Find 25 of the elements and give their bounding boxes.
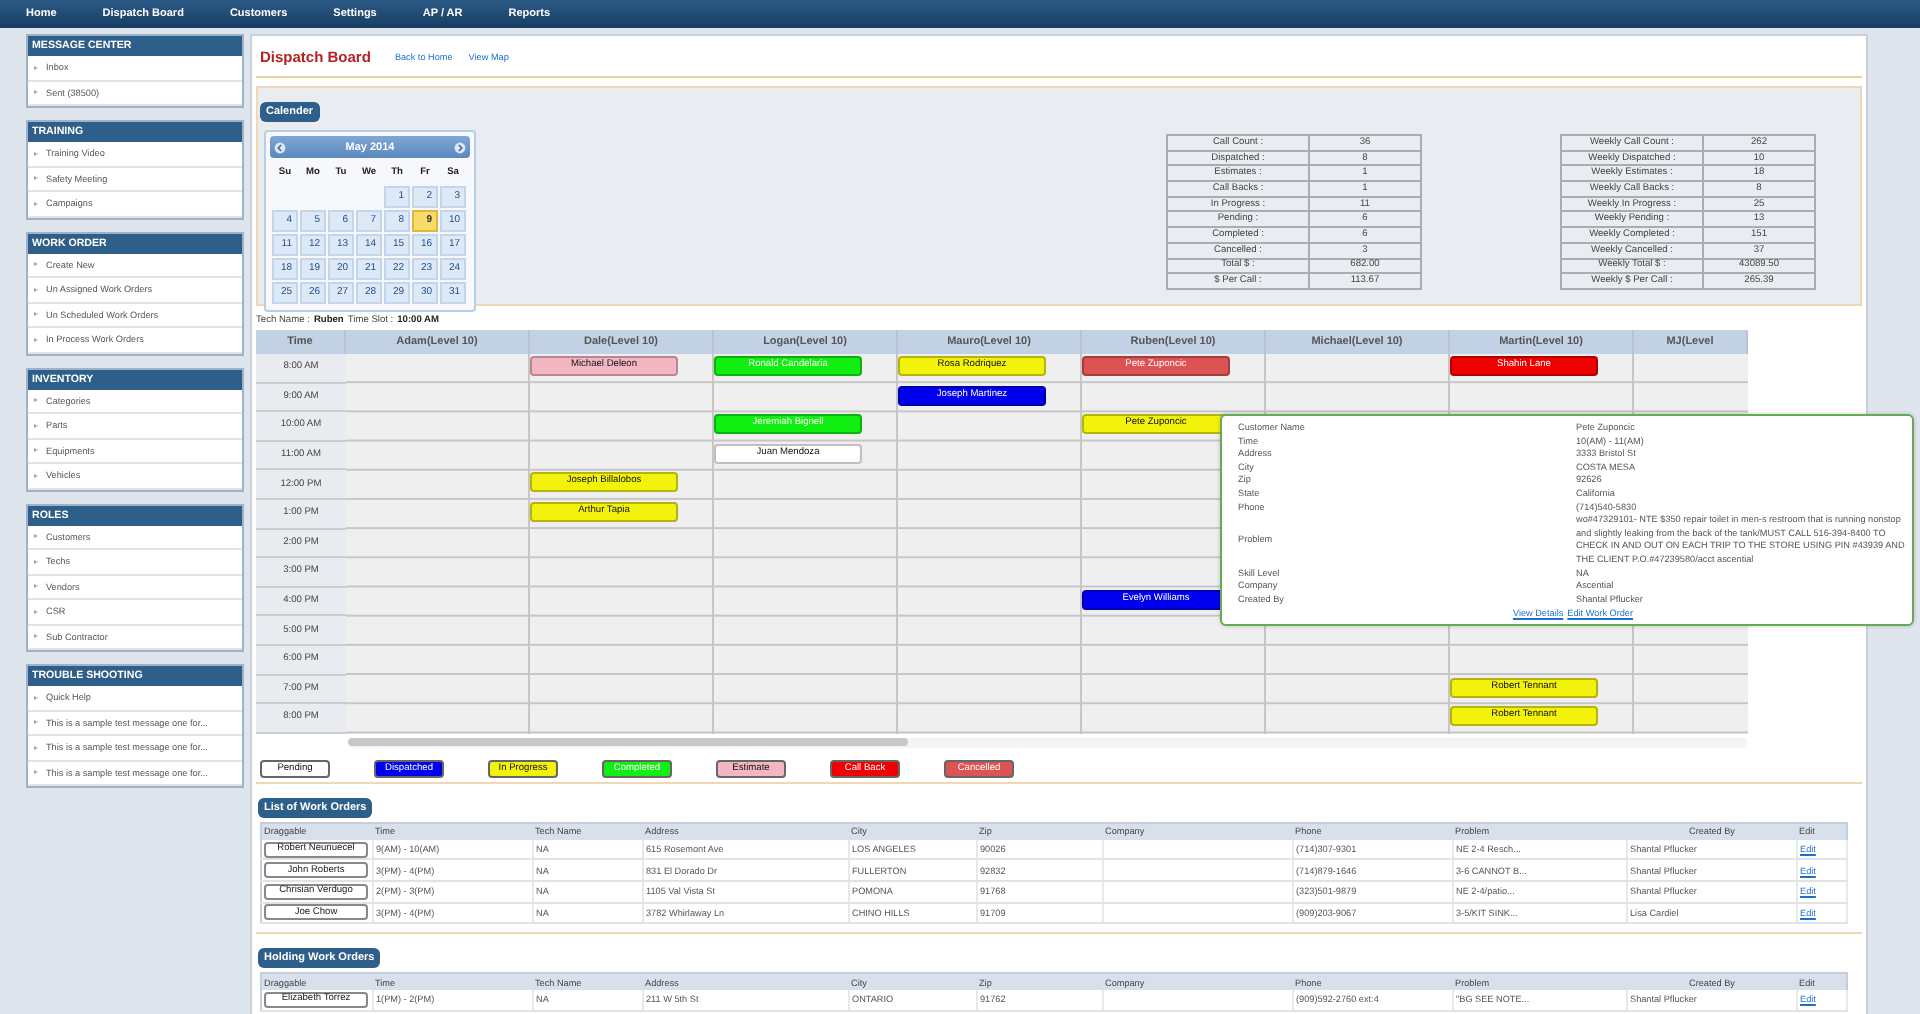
arrow-icon — [34, 559, 38, 564]
arrow-icon — [34, 65, 38, 70]
arrow-icon — [34, 609, 38, 614]
arrow-icon — [34, 745, 38, 750]
arrow-icon — [34, 262, 38, 267]
arrow-icon — [34, 634, 38, 639]
arrow-icon — [34, 534, 38, 539]
arrow-icon — [34, 90, 38, 95]
arrow-icon — [34, 770, 38, 775]
arrow-icon — [34, 695, 38, 700]
arrow-icon — [34, 151, 38, 156]
arrow-icon — [34, 201, 38, 206]
arrow-icon — [34, 176, 38, 181]
arrow-icon — [34, 287, 38, 292]
next-icon[interactable] — [454, 141, 466, 153]
arrow-icon — [34, 584, 38, 589]
arrow-icon — [34, 312, 38, 317]
scrollbar[interactable] — [348, 737, 1748, 748]
arrow-icon — [34, 337, 38, 342]
arrow-icon — [34, 473, 38, 478]
arrow-icon — [34, 423, 38, 428]
previous-icon[interactable] — [274, 141, 286, 153]
arrow-icon — [34, 448, 38, 453]
arrow-icon — [34, 398, 38, 403]
arrow-icon — [34, 720, 38, 725]
